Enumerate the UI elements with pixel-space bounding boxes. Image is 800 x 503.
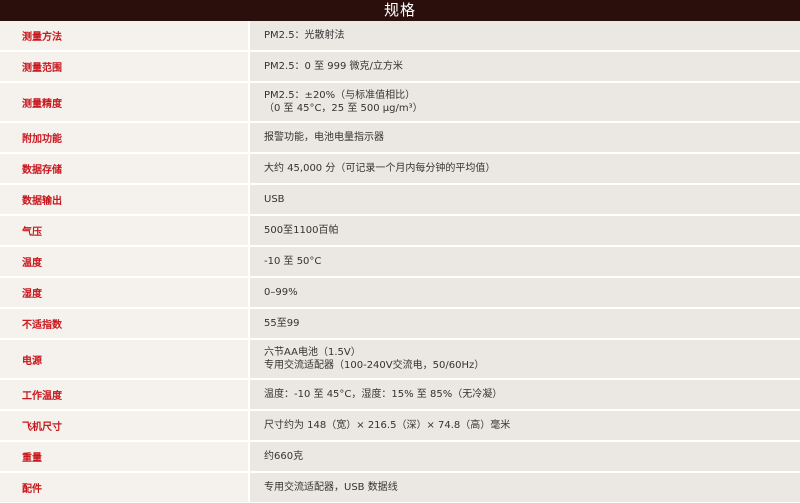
spec-value: 0–99% [250, 278, 800, 309]
table-row: 数据输出 USB [0, 185, 800, 216]
spec-value: PM2.5：光散射法 [250, 21, 800, 52]
spec-label: 测量范围 [0, 52, 250, 83]
spec-value-line: 温度：-10 至 45°C，湿度：15% 至 85%（无冷凝） [264, 389, 503, 400]
table-row: 数据存储 大约 45,000 分（可记录一个月内每分钟的平均值） [0, 154, 800, 185]
spec-label: 配件 [0, 473, 250, 503]
spec-label: 不适指数 [0, 309, 250, 340]
table-row: 配件 专用交流适配器，USB 数据线 [0, 473, 800, 503]
spec-label: 电源 [0, 340, 250, 380]
spec-label: 数据存储 [0, 154, 250, 185]
spec-value: PM2.5：0 至 999 微克/立方米 [250, 52, 800, 83]
spec-label: 附加功能 [0, 123, 250, 154]
spec-value: 约660克 [250, 442, 800, 473]
table-row: 飞机尺寸 尺寸约为 148（宽）× 216.5（深）× 74.8（高）毫米 [0, 411, 800, 442]
spec-value-line: 500至1100百帕 [264, 225, 339, 236]
spec-label: 气压 [0, 216, 250, 247]
table-row: 测量方法 PM2.5：光散射法 [0, 21, 800, 52]
spec-value: 报警功能，电池电量指示器 [250, 123, 800, 154]
spec-value-line: 约660克 [264, 451, 304, 462]
spec-value: 500至1100百帕 [250, 216, 800, 247]
spec-value: 温度：-10 至 45°C，湿度：15% 至 85%（无冷凝） [250, 380, 800, 411]
table-row: 测量精度 PM2.5：±20%（与标准值相比） （0 至 45°C，25 至 5… [0, 83, 800, 123]
spec-label: 工作温度 [0, 380, 250, 411]
spec-value-line: USB [264, 194, 285, 205]
spec-label: 测量方法 [0, 21, 250, 52]
table-row: 湿度 0–99% [0, 278, 800, 309]
spec-value-line: PM2.5：0 至 999 微克/立方米 [264, 61, 403, 72]
spec-header-title: 规格 [0, 0, 800, 21]
table-row: 工作温度 温度：-10 至 45°C，湿度：15% 至 85%（无冷凝） [0, 380, 800, 411]
spec-value-line: 大约 45,000 分（可记录一个月内每分钟的平均值） [264, 163, 496, 174]
spec-value: 专用交流适配器，USB 数据线 [250, 473, 800, 503]
spec-value-line: （0 至 45°C，25 至 500 μg/m³） [264, 103, 423, 114]
spec-panel: 规格 测量方法 PM2.5：光散射法 测量范围 PM2.5：0 至 999 微克… [0, 0, 800, 503]
spec-value: -10 至 50°C [250, 247, 800, 278]
spec-value-line: 报警功能，电池电量指示器 [264, 132, 384, 143]
spec-value: 尺寸约为 148（宽）× 216.5（深）× 74.8（高）毫米 [250, 411, 800, 442]
spec-value-line: 六节AA电池（1.5V） [264, 347, 361, 358]
spec-value-line: 0–99% [264, 287, 298, 298]
spec-value: USB [250, 185, 800, 216]
spec-label: 飞机尺寸 [0, 411, 250, 442]
spec-value-line: -10 至 50°C [264, 256, 322, 267]
spec-value: 55至99 [250, 309, 800, 340]
spec-value-line: 55至99 [264, 318, 300, 329]
spec-value-line: PM2.5：光散射法 [264, 30, 345, 41]
spec-value: 六节AA电池（1.5V） 专用交流适配器（100-240V交流电，50/60Hz… [250, 340, 800, 380]
spec-label: 重量 [0, 442, 250, 473]
spec-label: 测量精度 [0, 83, 250, 123]
spec-label: 湿度 [0, 278, 250, 309]
table-row: 测量范围 PM2.5：0 至 999 微克/立方米 [0, 52, 800, 83]
table-row: 电源 六节AA电池（1.5V） 专用交流适配器（100-240V交流电，50/6… [0, 340, 800, 380]
spec-label: 温度 [0, 247, 250, 278]
table-row: 温度 -10 至 50°C [0, 247, 800, 278]
spec-value: 大约 45,000 分（可记录一个月内每分钟的平均值） [250, 154, 800, 185]
spec-table: 测量方法 PM2.5：光散射法 测量范围 PM2.5：0 至 999 微克/立方… [0, 21, 800, 503]
spec-value-line: 专用交流适配器（100-240V交流电，50/60Hz） [264, 360, 485, 371]
table-row: 附加功能 报警功能，电池电量指示器 [0, 123, 800, 154]
spec-value-line: 尺寸约为 148（宽）× 216.5（深）× 74.8（高）毫米 [264, 420, 511, 431]
spec-value: PM2.5：±20%（与标准值相比） （0 至 45°C，25 至 500 μg… [250, 83, 800, 123]
table-row: 重量 约660克 [0, 442, 800, 473]
table-row: 气压 500至1100百帕 [0, 216, 800, 247]
spec-value-line: 专用交流适配器，USB 数据线 [264, 482, 398, 493]
spec-value-line: PM2.5：±20%（与标准值相比） [264, 90, 416, 101]
spec-label: 数据输出 [0, 185, 250, 216]
table-row: 不适指数 55至99 [0, 309, 800, 340]
